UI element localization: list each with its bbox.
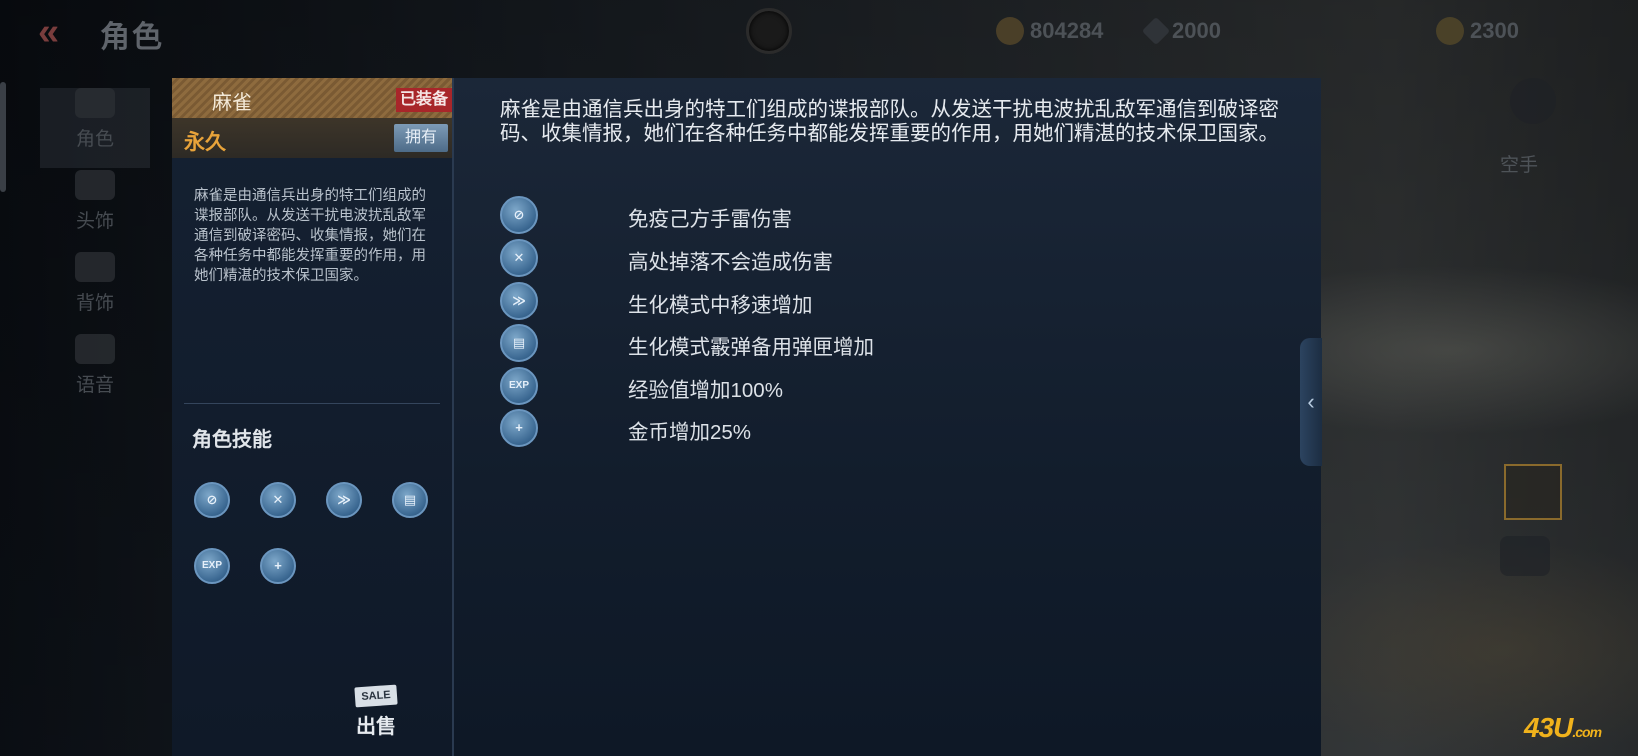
- sell-label: 出售: [356, 716, 396, 738]
- coin-plus-icon: +: [500, 409, 538, 447]
- perk-text: 生化模式霰弹备用弹匣增加: [628, 336, 874, 359]
- empty-hand-label[interactable]: 空手: [1500, 150, 1538, 177]
- sell-button[interactable]: SALE 出售: [348, 678, 404, 738]
- double-chevron-left-icon: «: [38, 11, 60, 53]
- sidebar-item-label: 头饰: [75, 211, 114, 232]
- backpack-icon: [75, 252, 115, 282]
- character-info-panel: 麻雀 已装备 永久 拥有 麻雀是由通信兵出身的特工们组成的谍报部队。从发送干扰电…: [172, 78, 453, 756]
- collapse-panel-button[interactable]: ‹: [1300, 338, 1322, 466]
- coin-plus-icon[interactable]: +: [260, 548, 296, 584]
- perk-row: ✕ 高处掉落不会造成伤害: [500, 239, 1100, 277]
- equipped-badge: 已装备: [396, 88, 452, 112]
- sidebar-item-label: 角色: [75, 129, 114, 150]
- perk-row: ⊘ 免疫己方手雷伤害: [500, 196, 1100, 234]
- perk-row: EXP 经验值增加100%: [500, 367, 1100, 405]
- grenade-immune-icon[interactable]: ⊘: [194, 482, 230, 518]
- perk-text: 生化模式中移速增加: [628, 294, 813, 317]
- run-speed-icon[interactable]: ≫: [326, 482, 362, 518]
- character-name-bar: 麻雀 已装备: [172, 78, 452, 118]
- run-speed-icon: ≫: [500, 282, 538, 320]
- character-detail-panel: 麻雀是由通信兵出身的特工们组成的谍报部队。从发送干扰电波扰乱敌军通信到破译密码、…: [453, 78, 1321, 756]
- page-title: 角色: [100, 21, 164, 54]
- owned-button[interactable]: 拥有: [394, 124, 448, 152]
- duration-text: 永久: [184, 131, 226, 154]
- perk-text: 高处掉落不会造成伤害: [628, 251, 833, 274]
- diamond-icon: [1141, 16, 1171, 46]
- character-name: 麻雀: [212, 92, 252, 114]
- grenade-immune-icon: ⊘: [500, 196, 538, 234]
- fall-immune-icon: ✕: [500, 239, 538, 277]
- divider: [184, 403, 440, 404]
- currency-coin[interactable]: 2300: [1436, 14, 1519, 48]
- dpad-icon[interactable]: [1510, 78, 1556, 124]
- center-orb-icon: [746, 8, 792, 54]
- perk-row: + 金币增加25%: [500, 409, 1100, 447]
- sidebar-item-backpack[interactable]: 背饰: [40, 252, 150, 332]
- perk-text: 金币增加25%: [628, 421, 752, 444]
- exp-icon[interactable]: EXP: [194, 548, 230, 584]
- character-description: 麻雀是由通信兵出身的特工们组成的谍报部队。从发送干扰电波扰乱敌军通信到破译密码、…: [500, 98, 1279, 145]
- duration-bar: 永久 拥有: [172, 118, 452, 158]
- sidebar-item-label: 语音: [75, 375, 114, 396]
- back-button[interactable]: «: [38, 12, 78, 52]
- chevron-left-icon: ‹: [1307, 389, 1315, 414]
- fall-immune-icon[interactable]: ✕: [260, 482, 296, 518]
- skills-title: 角色技能: [192, 429, 272, 451]
- currency-gold-value: 804284: [1030, 18, 1104, 43]
- watermark-logo: 43U.com: [1524, 712, 1602, 744]
- perk-text: 免疫己方手雷伤害: [628, 208, 792, 231]
- perk-row: ≫ 生化模式中移速增加: [500, 282, 1100, 320]
- perk-row: ▤ 生化模式霰弹备用弹匣增加: [500, 324, 1100, 362]
- coin-icon: [1436, 17, 1464, 45]
- ammo-clip-icon[interactable]: ▤: [392, 482, 428, 518]
- currency-coin-value: 2300: [1470, 18, 1519, 43]
- currency-gold[interactable]: 804284: [996, 14, 1103, 48]
- gold-bar-icon: [996, 17, 1024, 45]
- sale-tag-icon: SALE: [354, 684, 398, 708]
- sidebar-item-headgear[interactable]: 头饰: [40, 170, 150, 250]
- top-bar: « 角色 804284 2000 2300: [0, 0, 1638, 70]
- ammo-clip-icon: ▤: [500, 324, 538, 362]
- voice-icon: [75, 334, 115, 364]
- sidebar-item-role[interactable]: 角色: [40, 88, 150, 168]
- sidebar-item-voice[interactable]: 语音: [40, 334, 150, 414]
- sidebar-item-label: 背饰: [75, 293, 114, 314]
- currency-diamond-value: 2000: [1172, 18, 1221, 43]
- glasses-slot-button[interactable]: [1504, 464, 1562, 520]
- perk-text: 经验值增加100%: [628, 379, 783, 402]
- pet-icon[interactable]: [1500, 536, 1550, 576]
- mask-icon: [75, 88, 115, 118]
- nav-scroll-indicator: [0, 82, 6, 192]
- sidebar-nav: 角色 头饰 背饰 语音: [0, 78, 172, 756]
- headgear-icon: [75, 170, 115, 200]
- character-description-short: 麻雀是由通信兵出身的特工们组成的谍报部队。从发送干扰电波扰乱敌军通信到破译密码、…: [194, 188, 426, 284]
- currency-diamond[interactable]: 2000: [1141, 14, 1221, 48]
- exp-icon: EXP: [500, 367, 538, 405]
- watermark-main: 43U: [1524, 712, 1573, 743]
- watermark-suffix: .com: [1572, 724, 1602, 740]
